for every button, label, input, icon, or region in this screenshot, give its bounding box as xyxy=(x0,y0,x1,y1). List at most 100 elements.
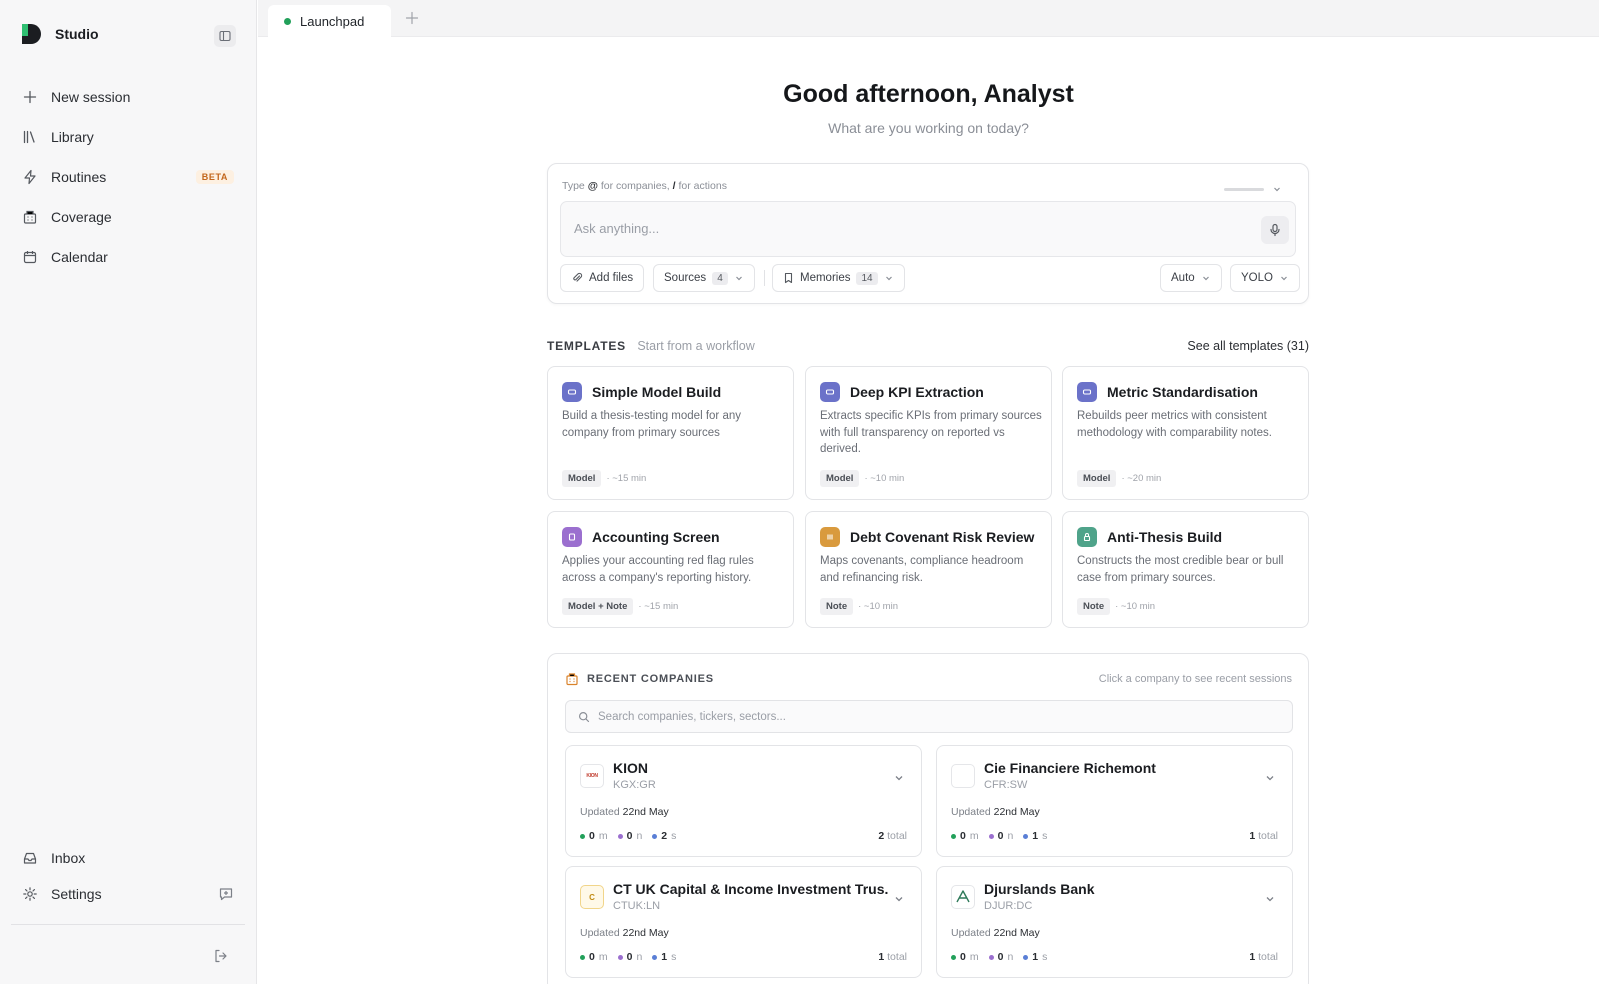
company-card[interactable]: KION KION KGX:GR Updated 22nd May 0 m 0 … xyxy=(565,745,922,857)
template-icon xyxy=(562,527,582,547)
tab-label: Launchpad xyxy=(300,13,365,29)
page-subtitle: What are you working on today? xyxy=(828,120,1029,136)
composer-hint: Type @ for companies, / for actions xyxy=(562,180,727,192)
logout-button[interactable] xyxy=(213,948,229,969)
sidebar-item-routines[interactable]: Routines BETA xyxy=(12,157,244,197)
sidebar: Studio New session Library Routines BETA… xyxy=(0,0,257,984)
recent-companies-panel: RECENT COMPANIES Click a company to see … xyxy=(547,653,1309,984)
template-tag: Model xyxy=(562,470,602,487)
memories-button[interactable]: Memories 14 xyxy=(772,264,905,292)
feedback-icon[interactable] xyxy=(218,886,234,902)
chevron-down-icon xyxy=(1202,276,1209,281)
company-logo: KION xyxy=(580,764,604,788)
sidebar-nav: New session Library Routines BETA Covera… xyxy=(12,77,244,277)
gear-icon xyxy=(23,887,37,901)
model-selector-placeholder xyxy=(1224,187,1264,191)
sidebar-divider xyxy=(11,924,245,925)
company-card[interactable]: Cie Financiere Richemont CFR:SW Updated … xyxy=(936,745,1293,857)
company-updated: Updated 22nd May xyxy=(580,806,669,818)
template-desc: Applies your accounting red flag rules a… xyxy=(562,555,754,584)
recent-companies-header: RECENT COMPANIES xyxy=(565,672,714,686)
chevron-down-icon[interactable] xyxy=(1264,772,1276,784)
add-files-button[interactable]: Add files xyxy=(560,264,645,292)
mode-select[interactable]: Auto xyxy=(1160,264,1222,292)
chip-divider xyxy=(764,270,765,286)
template-icon xyxy=(820,527,840,547)
brand[interactable]: Studio xyxy=(19,22,99,46)
chevron-down-icon[interactable] xyxy=(893,772,905,784)
sidebar-item-calendar[interactable]: Calendar xyxy=(12,237,244,277)
company-updated: Updated 22nd May xyxy=(951,806,1040,818)
template-card[interactable]: Debt Covenant Risk Review Maps covenants… xyxy=(805,511,1052,628)
company-ticker: KGX:GR xyxy=(613,779,656,791)
studio-logo-icon xyxy=(19,22,43,46)
chevron-down-icon[interactable] xyxy=(893,893,905,905)
company-card[interactable]: C CT UK Capital & Income Investment Trus… xyxy=(565,866,922,978)
logout-icon xyxy=(215,949,227,963)
template-icon xyxy=(562,382,582,402)
sources-count: 4 xyxy=(712,271,728,285)
new-tab-button[interactable] xyxy=(405,11,419,27)
sidebar-item-settings[interactable]: Settings xyxy=(12,876,244,912)
mic-icon xyxy=(1270,223,1280,237)
template-desc: Maps covenants, compliance headroom and … xyxy=(820,555,1024,584)
template-tag: Note xyxy=(820,598,854,615)
library-icon xyxy=(23,130,35,144)
see-all-templates-link[interactable]: See all templates (31) xyxy=(1187,339,1309,353)
autonomy-select[interactable]: YOLO xyxy=(1230,264,1300,292)
template-time: · ~10 min xyxy=(858,601,898,612)
building-icon xyxy=(23,210,37,224)
template-desc: Build a thesis-testing model for any com… xyxy=(562,410,741,439)
bookmark-icon xyxy=(784,272,793,284)
template-title: Simple Model Build xyxy=(592,384,722,400)
templates-title: TEMPLATES xyxy=(547,339,626,353)
chevron-down-icon[interactable] xyxy=(1264,893,1276,905)
chevron-down-icon xyxy=(735,276,742,281)
company-total: 1 total xyxy=(878,951,907,963)
template-card[interactable]: Deep KPI Extraction Extracts specific KP… xyxy=(805,366,1052,500)
sidebar-toggle-icon xyxy=(219,30,231,42)
company-name: Djurslands Bank xyxy=(984,881,1095,897)
company-stats: 0 m 0 n 1 s xyxy=(580,951,676,963)
template-icon xyxy=(1077,527,1097,547)
template-time: · ~10 min xyxy=(1115,601,1155,612)
company-stats: 0 m 0 n 2 s xyxy=(580,830,676,842)
template-title: Metric Standardisation xyxy=(1107,384,1258,400)
company-logo: C xyxy=(580,885,604,909)
mic-button[interactable] xyxy=(1261,216,1289,244)
template-card[interactable]: Simple Model Build Build a thesis-testin… xyxy=(547,366,794,500)
template-time: · ~15 min xyxy=(606,473,647,484)
composer: Type @ for companies, / for actions Ask … xyxy=(547,163,1309,304)
template-title: Anti-Thesis Build xyxy=(1107,529,1223,545)
company-ticker: CTUK:LN xyxy=(613,900,661,912)
beta-badge: BETA xyxy=(195,170,234,184)
tab-launchpad[interactable]: Launchpad xyxy=(268,5,391,37)
page-title: Good afternoon, Analyst xyxy=(783,80,1074,108)
template-card[interactable]: Metric Standardisation Rebuilds peer met… xyxy=(1062,366,1309,500)
sidebar-item-coverage[interactable]: Coverage xyxy=(12,197,244,237)
model-selector[interactable] xyxy=(1224,184,1282,194)
company-card[interactable]: Djurslands Bank DJUR:DC Updated 22nd May… xyxy=(936,866,1293,978)
template-time: · ~15 min xyxy=(638,601,679,612)
paperclip-icon xyxy=(573,272,583,282)
search-icon xyxy=(578,711,590,722)
ask-input[interactable]: Ask anything... xyxy=(560,201,1296,257)
bolt-icon xyxy=(24,169,36,185)
sidebar-item-inbox[interactable]: Inbox xyxy=(12,840,244,876)
sidebar-item-label: Inbox xyxy=(51,850,86,866)
sources-button[interactable]: Sources 4 xyxy=(653,264,755,292)
collapse-sidebar-button[interactable] xyxy=(214,25,236,47)
company-search-input[interactable]: Search companies, tickers, sectors... xyxy=(565,700,1293,733)
plus-icon xyxy=(23,90,37,104)
template-time: · ~20 min xyxy=(1121,473,1162,484)
sidebar-item-new-session[interactable]: New session xyxy=(12,77,244,117)
company-stats: 0 m 0 n 1 s xyxy=(951,830,1047,842)
template-card[interactable]: Anti-Thesis Build Constructs the most cr… xyxy=(1062,511,1309,628)
tab-bar: Launchpad xyxy=(258,0,1599,37)
company-stats: 0 m 0 n 1 s xyxy=(951,951,1047,963)
company-logo xyxy=(951,764,975,788)
calendar-icon xyxy=(23,251,37,264)
template-card[interactable]: Accounting Screen Applies your accountin… xyxy=(547,511,794,628)
sidebar-item-library[interactable]: Library xyxy=(12,117,244,157)
company-name: CT UK Capital & Income Investment Trus..… xyxy=(613,881,888,897)
